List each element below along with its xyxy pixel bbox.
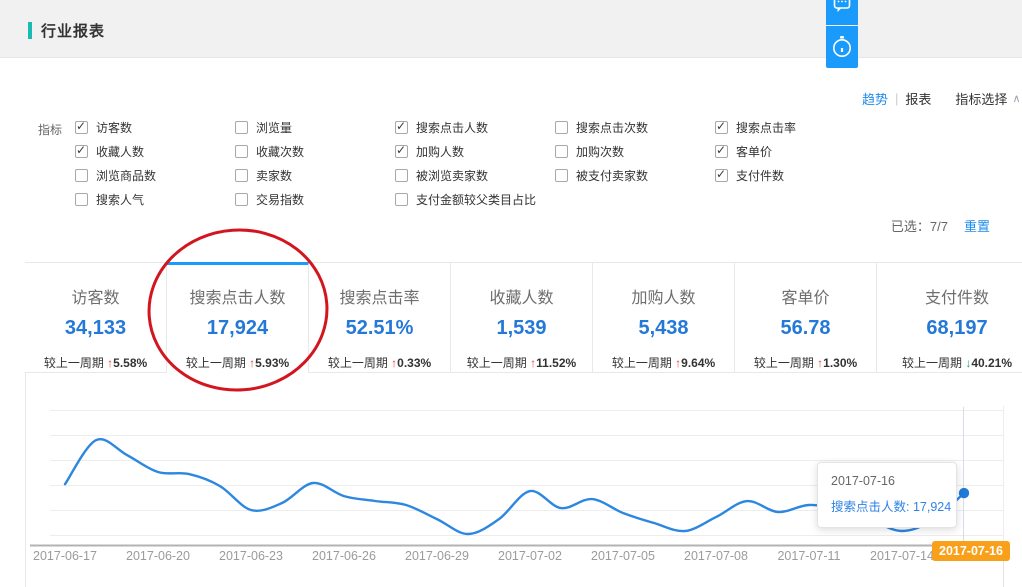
card-value: 34,133 bbox=[25, 317, 166, 340]
card-delta: 较上一周期 ↑5.58% bbox=[25, 354, 166, 371]
toolbar-icon-stack bbox=[826, 0, 858, 68]
card-delta: 较上一周期 ↑9.64% bbox=[593, 354, 734, 371]
card-value: 17,924 bbox=[167, 317, 308, 340]
x-tick: 2017-06-20 bbox=[112, 549, 204, 563]
card-title: 客单价 bbox=[735, 284, 876, 308]
card-value: 56.78 bbox=[735, 317, 876, 340]
metric-card-2[interactable]: 搜索点击人数 17,924 较上一周期 ↑5.93% bbox=[167, 262, 309, 373]
x-tick: 2017-07-02 bbox=[484, 549, 576, 563]
x-tick: 2017-07-11 bbox=[763, 549, 855, 563]
card-value: 52.51% bbox=[309, 317, 450, 340]
card-delta: 较上一周期 ↑11.52% bbox=[451, 354, 592, 371]
card-delta: 较上一周期 ↑5.93% bbox=[167, 354, 308, 371]
industry-report-page: 行业报表 趋势 | 报表 指标选择 ∧ 指标 访客数浏览量搜索点击人数搜索点 bbox=[0, 0, 1022, 587]
stopwatch-icon[interactable] bbox=[826, 26, 858, 68]
chart-tooltip: 2017-07-16 搜索点击人数: 17,924 bbox=[817, 462, 957, 528]
card-title: 收藏人数 bbox=[451, 284, 592, 308]
card-title: 访客数 bbox=[25, 284, 166, 308]
comment-icon[interactable] bbox=[826, 0, 858, 25]
metric-card-6[interactable]: 客单价 56.78 较上一周期 ↑1.30% bbox=[735, 262, 877, 373]
x-tick: 2017-06-26 bbox=[298, 549, 390, 563]
card-title: 加购人数 bbox=[593, 284, 734, 308]
highlighted-date-badge: 2017-07-16 bbox=[932, 541, 1010, 561]
cards-row: 访客数34,133较上一周期 ↑5.58%搜索点击人数17,924较上一周期 ↑… bbox=[25, 262, 1022, 373]
x-tick: 2017-07-08 bbox=[670, 549, 762, 563]
card-title: 支付件数 bbox=[877, 284, 1022, 308]
card-value: 68,197 bbox=[877, 317, 1022, 340]
x-tick: 2017-06-29 bbox=[391, 549, 483, 563]
tooltip-date: 2017-07-16 bbox=[831, 474, 956, 488]
card-delta: 较上一周期 ↑0.33% bbox=[309, 354, 450, 371]
card-delta: 较上一周期 ↓40.21% bbox=[877, 354, 1022, 371]
metric-card-4[interactable]: 收藏人数 1,539 较上一周期 ↑11.52% bbox=[451, 262, 593, 373]
x-tick: 2017-06-23 bbox=[205, 549, 297, 563]
card-delta: 较上一周期 ↑1.30% bbox=[735, 354, 876, 371]
card-title: 搜索点击率 bbox=[309, 284, 450, 308]
x-axis-ticks: 2017-06-172017-06-202017-06-232017-06-26… bbox=[0, 549, 1022, 565]
card-title: 搜索点击人数 bbox=[167, 284, 308, 308]
metric-card-7[interactable]: 支付件数 68,197 较上一周期 ↓40.21% bbox=[877, 262, 1022, 373]
x-tick: 2017-07-05 bbox=[577, 549, 669, 563]
metric-card-1[interactable]: 访客数 34,133 较上一周期 ↑5.58% bbox=[25, 262, 167, 373]
metric-card-5[interactable]: 加购人数 5,438 较上一周期 ↑9.64% bbox=[593, 262, 735, 373]
card-value: 5,438 bbox=[593, 317, 734, 340]
metric-card-3[interactable]: 搜索点击率 52.51% 较上一周期 ↑0.33% bbox=[309, 262, 451, 373]
x-tick: 2017-06-17 bbox=[19, 549, 111, 563]
card-value: 1,539 bbox=[451, 317, 592, 340]
highlight-point bbox=[959, 488, 969, 498]
tooltip-value: 搜索点击人数: 17,924 bbox=[831, 496, 956, 515]
